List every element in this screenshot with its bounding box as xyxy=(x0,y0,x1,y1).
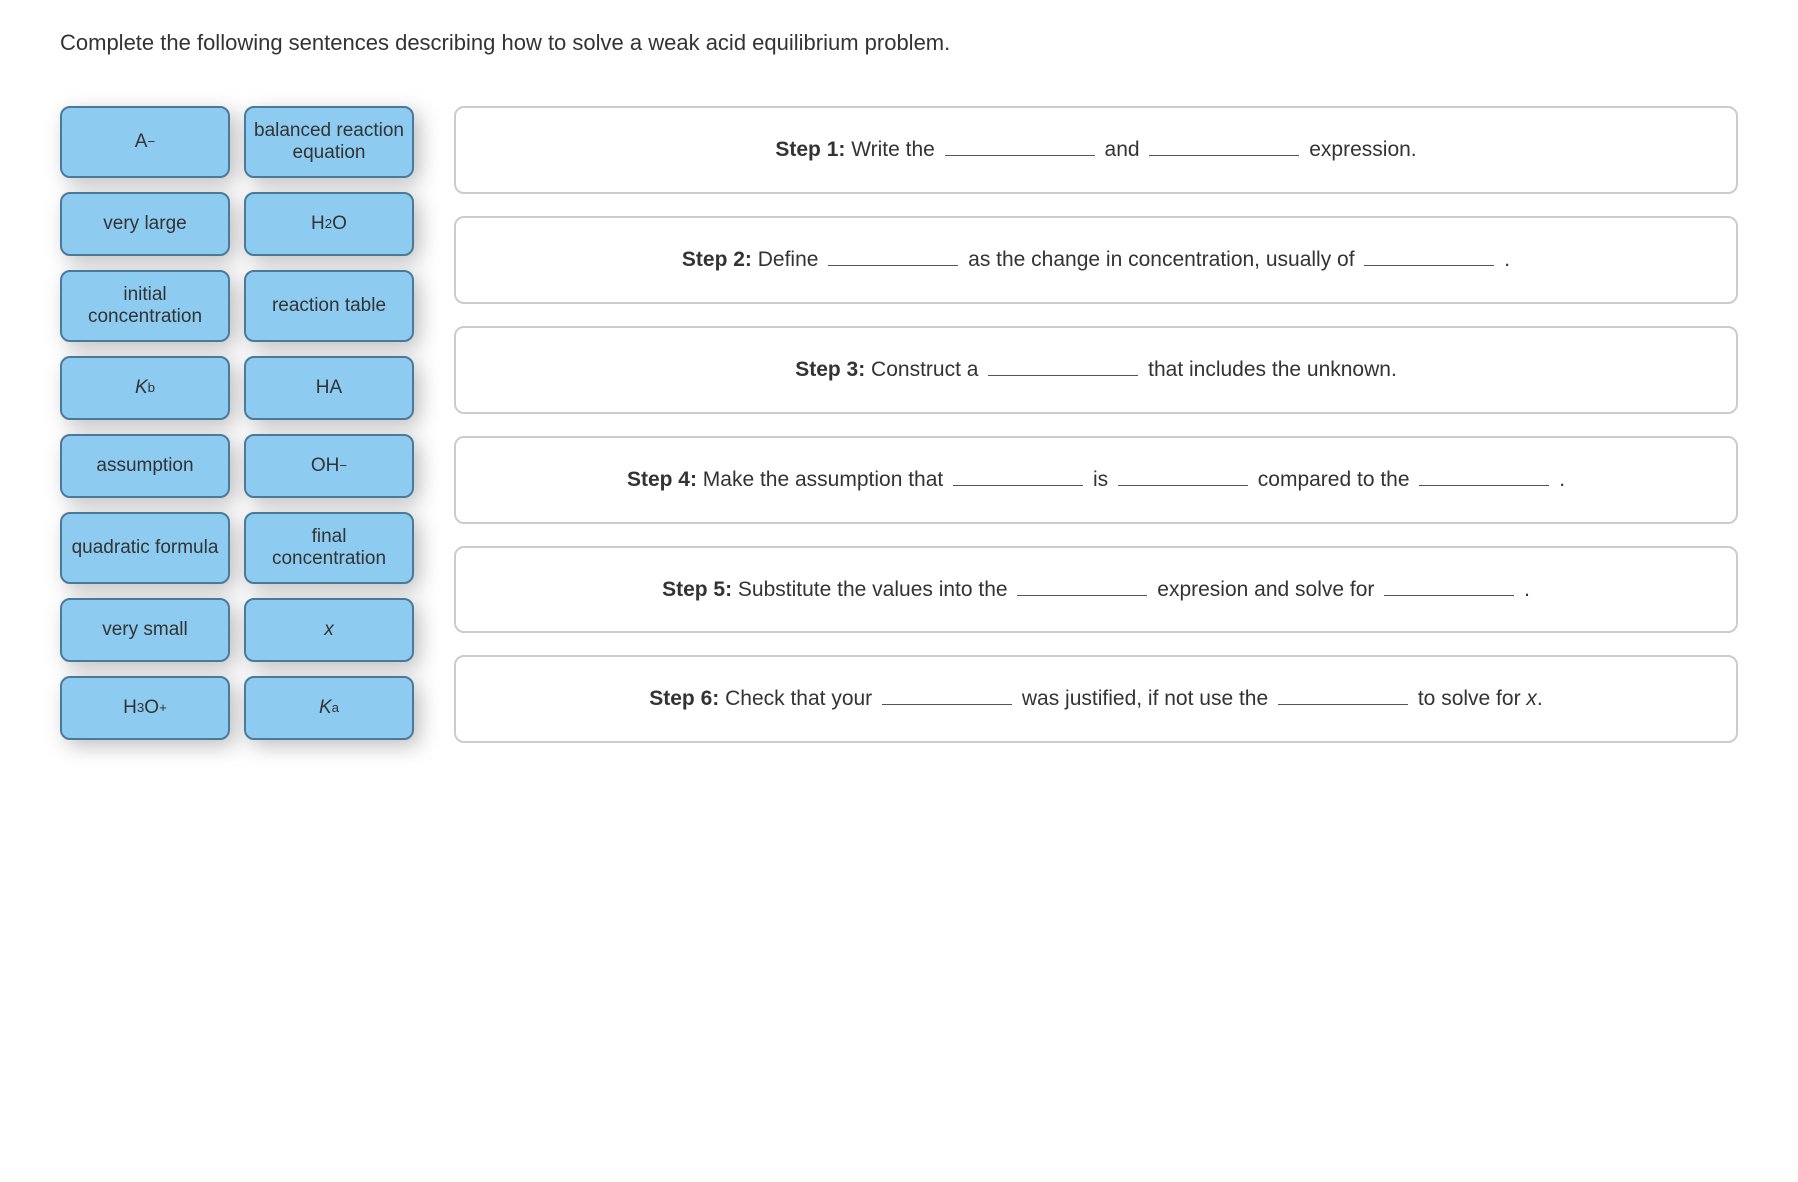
step-2-text-1: Define xyxy=(752,248,824,271)
tile-assumption[interactable]: assumption xyxy=(60,434,230,498)
step-6-text-2: was justified, if not use the xyxy=(1022,687,1274,710)
step-1-blank-2[interactable] xyxy=(1149,133,1299,156)
step-1-blank-1[interactable] xyxy=(945,133,1095,156)
tile-balanced-reaction-equation[interactable]: balanced reaction equation xyxy=(244,106,414,178)
tile-very-large[interactable]: very large xyxy=(60,192,230,256)
step-4-text-1: Make the assumption that xyxy=(697,468,949,491)
tile-quadratic-formula[interactable]: quadratic formula xyxy=(60,512,230,584)
step-4-box: Step 4: Make the assumption that is comp… xyxy=(454,436,1738,524)
tile-oh-minus[interactable]: OH− xyxy=(244,434,414,498)
step-3-blank-1[interactable] xyxy=(988,353,1138,376)
tile-ka[interactable]: Ka xyxy=(244,676,414,740)
step-4-blank-1[interactable] xyxy=(953,463,1083,486)
step-2-text-3: . xyxy=(1504,248,1510,271)
tile-kb[interactable]: Kb xyxy=(60,356,230,420)
tile-a-minus[interactable]: A− xyxy=(60,106,230,178)
step-2-blank-1[interactable] xyxy=(828,243,958,266)
steps-panel: Step 1: Write the and expression. Step 2… xyxy=(454,106,1738,743)
tile-ha[interactable]: HA xyxy=(244,356,414,420)
step-4-blank-2[interactable] xyxy=(1118,463,1248,486)
step-2-label: Step 2: xyxy=(682,248,752,271)
step-2-text-2: as the change in concentration, usually … xyxy=(968,248,1360,271)
step-6-box: Step 6: Check that your was justified, i… xyxy=(454,655,1738,743)
step-6-text-3: to solve for xyxy=(1418,687,1527,710)
step-6-blank-2[interactable] xyxy=(1278,682,1408,705)
step-1-text-1: Write the xyxy=(845,138,940,161)
step-5-text-1: Substitute the values into the xyxy=(732,578,1013,601)
step-1-label: Step 1: xyxy=(775,138,845,161)
tile-very-small[interactable]: very small xyxy=(60,598,230,662)
main-container: A− balanced reaction equation very large… xyxy=(60,106,1738,743)
tile-initial-concentration[interactable]: initial concentration xyxy=(60,270,230,342)
tile-reaction-table[interactable]: reaction table xyxy=(244,270,414,342)
tile-h2o[interactable]: H2O xyxy=(244,192,414,256)
tile-h3o-plus[interactable]: H3O+ xyxy=(60,676,230,740)
step-5-box: Step 5: Substitute the values into the e… xyxy=(454,546,1738,634)
step-3-box: Step 3: Construct a that includes the un… xyxy=(454,326,1738,414)
step-4-label: Step 4: xyxy=(627,468,697,491)
step-3-text-2: that includes the unknown. xyxy=(1148,358,1397,381)
step-6-xvar: x xyxy=(1526,687,1537,710)
step-6-label: Step 6: xyxy=(649,687,719,710)
tiles-panel: A− balanced reaction equation very large… xyxy=(60,106,414,740)
step-4-text-4: . xyxy=(1559,468,1565,491)
step-2-box: Step 2: Define as the change in concentr… xyxy=(454,216,1738,304)
step-3-text-1: Construct a xyxy=(865,358,984,381)
tile-x[interactable]: x xyxy=(244,598,414,662)
step-5-label: Step 5: xyxy=(662,578,732,601)
step-5-text-2: expresion and solve for xyxy=(1157,578,1380,601)
tile-final-concentration[interactable]: final concentration xyxy=(244,512,414,584)
step-1-text-2: and xyxy=(1105,138,1146,161)
question-prompt: Complete the following sentences describ… xyxy=(60,30,1738,56)
step-3-label: Step 3: xyxy=(795,358,865,381)
step-5-blank-1[interactable] xyxy=(1017,572,1147,595)
step-6-blank-1[interactable] xyxy=(882,682,1012,705)
step-1-text-3: expression. xyxy=(1309,138,1416,161)
step-6-text-4: . xyxy=(1537,687,1543,710)
step-6-text-1: Check that your xyxy=(719,687,878,710)
step-1-box: Step 1: Write the and expression. xyxy=(454,106,1738,194)
step-2-blank-2[interactable] xyxy=(1364,243,1494,266)
step-4-text-3: compared to the xyxy=(1258,468,1416,491)
step-4-text-2: is xyxy=(1093,468,1114,491)
step-5-blank-2[interactable] xyxy=(1384,572,1514,595)
step-5-text-3: . xyxy=(1524,578,1530,601)
step-4-blank-3[interactable] xyxy=(1419,463,1549,486)
